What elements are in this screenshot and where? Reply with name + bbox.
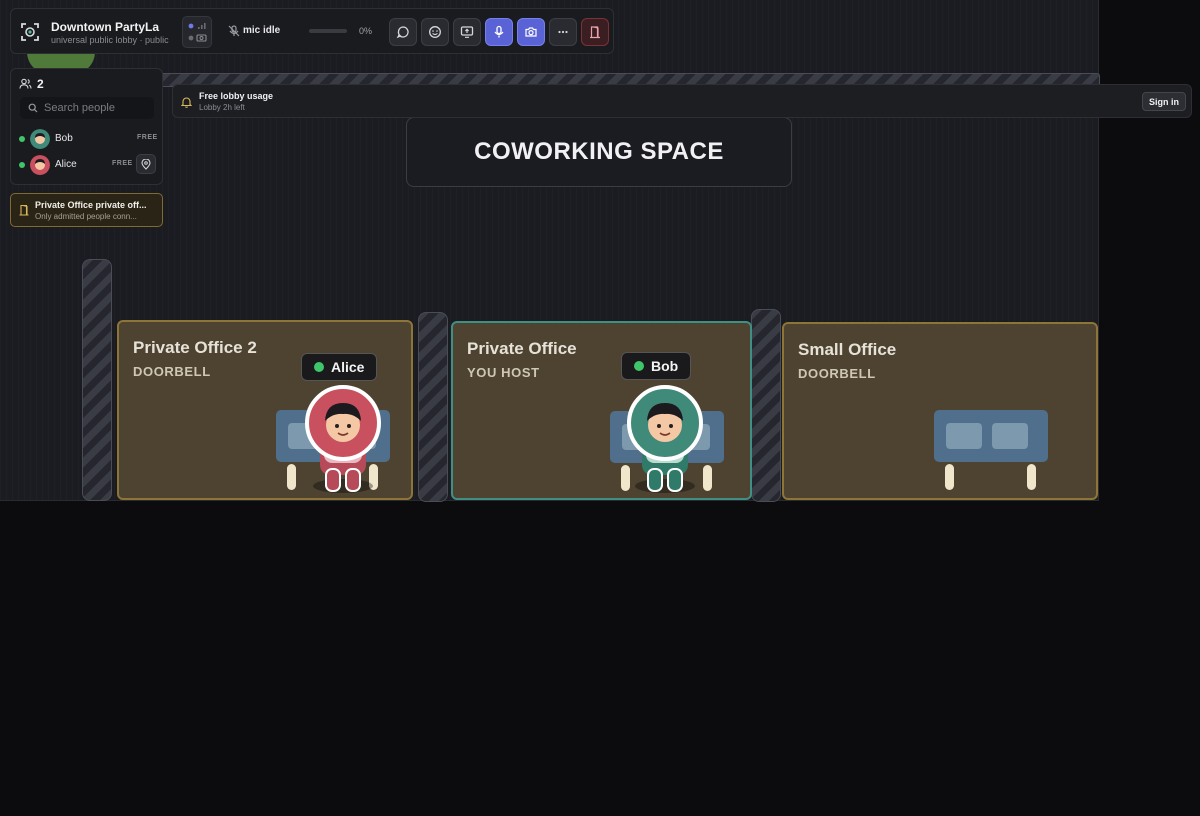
online-dot (634, 361, 644, 371)
office-subtitle: DOORBELL (133, 364, 211, 379)
connection-status[interactable] (182, 16, 212, 48)
person-avatar (30, 155, 50, 175)
coworking-space-sign: COWORKING SPACE (406, 117, 792, 187)
mic-muted-icon (228, 25, 240, 37)
office-title: Small Office (798, 340, 897, 359)
monitor (946, 423, 982, 449)
microphone-button[interactable] (485, 18, 513, 46)
people-panel: 2 Bob FREE Alice FREE (10, 68, 163, 185)
more-options-button[interactable] (549, 18, 577, 46)
mic-level-percent: 0% (359, 26, 373, 36)
mic-level-bar (309, 29, 347, 33)
lobby-name[interactable]: Downtown PartyLa (51, 20, 159, 34)
locate-person-button[interactable] (136, 154, 156, 174)
lobby-logo-icon (21, 23, 39, 41)
lobby-subtitle: universal public lobby · public (51, 35, 169, 45)
desk (934, 410, 1048, 462)
monitor (992, 423, 1028, 449)
plan-badge: FREE (112, 160, 133, 167)
emoji-icon (429, 26, 441, 38)
avatar-name: Alice (331, 359, 365, 375)
mic-meter: mic idle 0% (219, 16, 381, 46)
leave-icon (590, 26, 600, 39)
signal-icon (188, 23, 207, 42)
microphone-icon (494, 25, 504, 38)
notice-subtitle: Only admitted people conn... (35, 212, 137, 221)
plan-badge: FREE (137, 134, 158, 141)
door-icon (19, 204, 29, 216)
mic-status-label: mic idle (243, 25, 281, 36)
banner-title: Free lobby usage (199, 91, 274, 101)
people-count: 2 (37, 77, 44, 91)
sign-in-button[interactable]: Sign in (1142, 92, 1186, 111)
leave-lobby-button[interactable] (581, 18, 609, 46)
bell-icon (181, 97, 192, 108)
chat-button[interactable] (389, 18, 417, 46)
search-people-input[interactable] (44, 97, 148, 119)
screen-share-icon (460, 26, 474, 38)
camera-button[interactable] (517, 18, 545, 46)
avatar-name: Bob (651, 358, 679, 374)
avatar-name-tag: Bob (621, 352, 692, 380)
wall-pillar (751, 309, 781, 502)
person-name: Alice (55, 159, 77, 170)
desk-leg (945, 464, 954, 490)
more-icon (558, 30, 568, 34)
office-small-office[interactable]: Small Office DOORBELL (782, 322, 1098, 500)
office-subtitle: DOORBELL (798, 366, 876, 381)
emoji-button[interactable] (421, 18, 449, 46)
avatar-name-tag: Alice (301, 353, 378, 381)
online-dot (19, 136, 25, 142)
people-icon (19, 78, 32, 89)
wall-pillar (418, 312, 448, 502)
chat-icon (396, 26, 409, 39)
screen-share-button[interactable] (453, 18, 481, 46)
desk-leg (287, 464, 296, 490)
online-dot (19, 162, 25, 168)
avatar-alice[interactable] (298, 385, 388, 497)
private-office-notice[interactable]: Private Office private off... Only admit… (10, 193, 163, 227)
office-title: Private Office (467, 339, 577, 358)
world-map[interactable]: COWORKING SPACE Private Office 2 DOORBEL… (0, 0, 1100, 502)
camera-icon (525, 27, 537, 37)
wall-pillar (82, 259, 112, 501)
top-bar: Downtown PartyLa universal public lobby … (10, 8, 614, 54)
free-lobby-banner: Free lobby usage Lobby 2h left Sign in (172, 84, 1192, 118)
person-row-alice[interactable]: Alice FREE (11, 153, 164, 177)
desk-leg (1027, 464, 1036, 490)
location-pin-icon (141, 158, 151, 170)
person-avatar (30, 129, 50, 149)
office-title: Private Office 2 (133, 338, 257, 357)
person-name: Bob (55, 133, 73, 144)
person-row-bob[interactable]: Bob FREE (11, 127, 164, 151)
online-dot (314, 362, 324, 372)
notice-title: Private Office private off... (35, 200, 147, 210)
search-icon (28, 103, 38, 113)
avatar-bob[interactable] (620, 385, 710, 497)
banner-subtitle: Lobby 2h left (199, 103, 245, 112)
search-box[interactable] (20, 97, 154, 119)
office-subtitle: YOU HOST (467, 365, 540, 380)
